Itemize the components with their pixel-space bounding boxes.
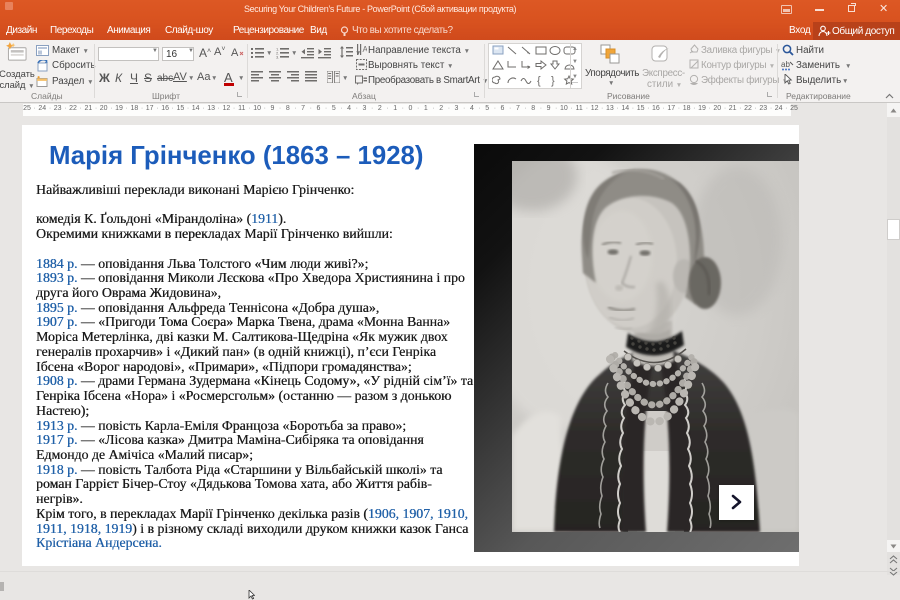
svg-text:3.: 3. bbox=[276, 55, 279, 60]
svg-text:ab: ab bbox=[781, 60, 790, 69]
svg-text:A: A bbox=[363, 45, 368, 54]
svg-text:А: А bbox=[231, 47, 239, 59]
svg-text:}: } bbox=[551, 75, 555, 87]
svg-text:{: { bbox=[537, 75, 541, 87]
